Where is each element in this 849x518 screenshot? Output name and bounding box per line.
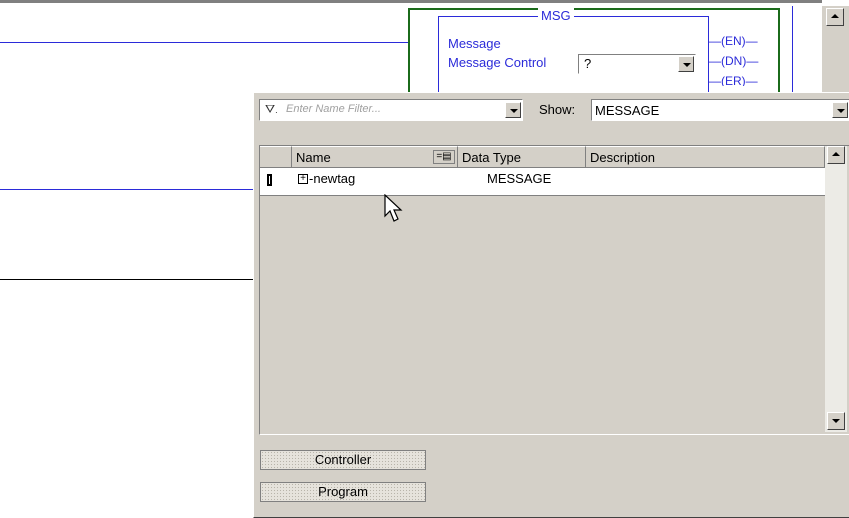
column-header-data-type-label: Data Type bbox=[462, 150, 522, 165]
grid-scroll-up-button[interactable] bbox=[827, 146, 845, 164]
output-en: —(EN)— bbox=[709, 34, 758, 48]
mouse-cursor-icon bbox=[384, 194, 403, 222]
scroll-up-arrow-icon bbox=[831, 14, 839, 18]
rung-line-3 bbox=[0, 279, 253, 280]
output-er: —(ER)— bbox=[709, 74, 758, 86]
grid-scroll-down-arrow-icon bbox=[832, 419, 840, 423]
editor-top-border bbox=[0, 0, 822, 3]
editor-vertical-scrollbar[interactable] bbox=[822, 6, 849, 92]
row-indicator-header bbox=[260, 146, 292, 168]
msg-instruction-block[interactable]: MSG Message Message Control ? —(EN)— —(D… bbox=[408, 8, 780, 96]
right-power-rail bbox=[792, 6, 793, 92]
column-header-description[interactable]: Description bbox=[586, 146, 825, 168]
column-header-name-label: Name bbox=[296, 150, 331, 165]
column-chooser-icon[interactable]: =▤ bbox=[433, 150, 455, 164]
show-dropdown-chevron-down-icon[interactable] bbox=[832, 102, 848, 118]
message-control-dropdown[interactable]: ? bbox=[578, 54, 696, 74]
column-header-data-type[interactable]: Data Type bbox=[458, 146, 586, 168]
output-en-label: EN bbox=[725, 34, 742, 48]
show-label: Show: bbox=[539, 102, 576, 117]
output-dn-label: DN bbox=[725, 54, 743, 68]
grid-scroll-up-arrow-icon bbox=[832, 152, 840, 156]
column-header-description-label: Description bbox=[590, 150, 656, 165]
chevron-down-icon[interactable] bbox=[678, 56, 694, 72]
expand-plus-icon[interactable]: + bbox=[298, 174, 308, 184]
scope-controller-button[interactable]: Controller bbox=[260, 450, 426, 470]
message-operand-label: Message bbox=[448, 36, 501, 51]
output-er-label: ER bbox=[725, 74, 742, 86]
column-header-name[interactable]: Name =▤ bbox=[292, 146, 458, 168]
scope-program-button[interactable]: Program bbox=[260, 482, 426, 502]
rung-line-1 bbox=[0, 42, 408, 43]
msg-title: MSG bbox=[538, 8, 574, 23]
output-dn: —(DN)— bbox=[709, 54, 759, 68]
rung-line-2 bbox=[0, 189, 253, 190]
editor-scroll-up-button[interactable] bbox=[826, 8, 844, 26]
filter-icon: ⛛. bbox=[265, 102, 278, 116]
tag-browser-popup: ⛛. Enter Name Filter... Show: MESSAGE Na… bbox=[253, 92, 849, 518]
filter-placeholder: Enter Name Filter... bbox=[286, 103, 381, 115]
show-type-dropdown[interactable]: MESSAGE bbox=[591, 99, 849, 121]
show-type-value: MESSAGE bbox=[595, 103, 660, 118]
tag-name-value: newtag bbox=[313, 171, 356, 186]
row-pointer-icon bbox=[267, 174, 272, 186]
grid-vertical-scrollbar[interactable] bbox=[825, 146, 847, 432]
tag-data-type-cell: MESSAGE bbox=[487, 171, 552, 186]
name-filter-input[interactable]: ⛛. Enter Name Filter... bbox=[259, 99, 523, 121]
tag-name-cell[interactable]: -newtag bbox=[309, 171, 355, 186]
table-row[interactable]: + -newtag MESSAGE bbox=[260, 168, 825, 196]
message-control-value: ? bbox=[584, 56, 592, 71]
msg-inner-left-line bbox=[438, 16, 439, 96]
grid-scroll-down-button[interactable] bbox=[827, 412, 845, 430]
tag-grid: Name =▤ Data Type Description + -newtag … bbox=[259, 145, 849, 435]
message-control-label: Message Control bbox=[448, 55, 547, 70]
filter-dropdown-chevron-down-icon[interactable] bbox=[505, 102, 521, 118]
